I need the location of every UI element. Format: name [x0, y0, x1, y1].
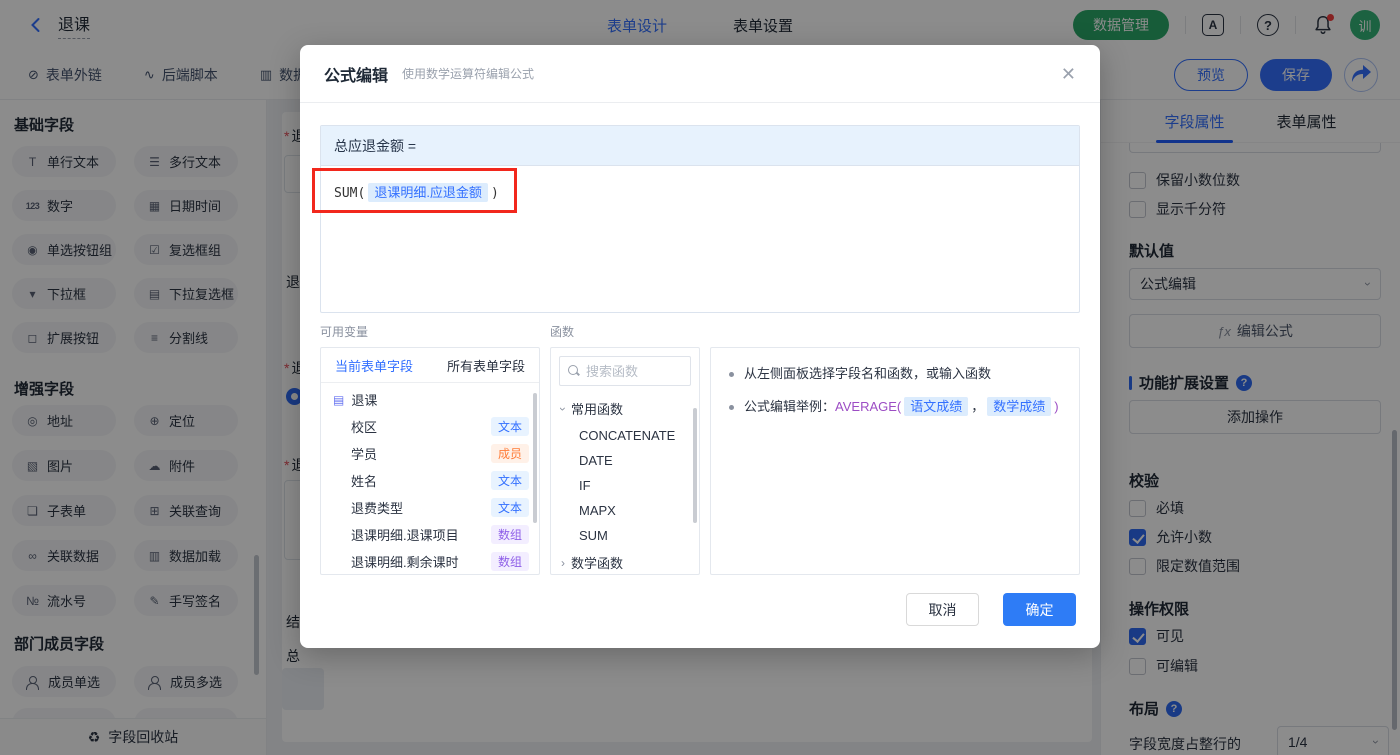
function-item[interactable]: IF	[551, 473, 699, 498]
formula-function-close: )	[490, 186, 499, 201]
functions-scrollbar-thumb[interactable]	[693, 408, 697, 523]
formula-function-open: SUM(	[334, 186, 366, 201]
variables-label: 可用变量	[320, 325, 369, 339]
variable-row[interactable]: 校区 文本	[321, 413, 539, 440]
function-search-input[interactable]	[586, 363, 676, 379]
function-item[interactable]: MAPX	[551, 498, 699, 523]
variables-root[interactable]: ▤ 退课	[321, 383, 539, 413]
search-icon	[568, 365, 580, 377]
type-badge: 成员	[490, 444, 529, 463]
cancel-button[interactable]: 取消	[906, 593, 979, 626]
variables-scrollbar-thumb[interactable]	[533, 393, 537, 523]
tab-all-form-fields[interactable]: 所有表单字段	[447, 356, 525, 375]
variable-row[interactable]: 退费类型 文本	[321, 494, 539, 521]
example-field-chip: 语文成绩	[904, 397, 969, 416]
formula-edit-modal: 公式编辑 使用数学运算符编辑公式 ✕ 总应退金额 = SUM(退课明细.应退金额…	[300, 45, 1100, 648]
variables-tabs: 当前表单字段 所有表单字段	[321, 348, 539, 383]
example-function-open: AVERAGE(	[835, 399, 902, 414]
variable-row[interactable]: 退课明细.退课项目 数组	[321, 521, 539, 548]
chevron-down-icon: ›	[556, 406, 570, 411]
functions-panel: › 常用函数 CONCATENATE DATE IF MAPX SUM › 数学…	[550, 347, 700, 575]
functions-label: 函数	[550, 325, 575, 339]
type-badge: 文本	[490, 417, 529, 436]
type-badge: 数组	[490, 552, 529, 571]
function-search[interactable]	[559, 356, 691, 386]
modal-footer: 取消 确定	[906, 593, 1076, 626]
close-icon[interactable]: ✕	[1061, 65, 1076, 83]
confirm-button[interactable]: 确定	[1003, 593, 1076, 626]
type-badge: 文本	[490, 498, 529, 517]
help-tip-2: 公式编辑举例：AVERAGE(语文成绩，数学成绩)	[729, 397, 1061, 417]
example-function-close: )	[1054, 399, 1059, 414]
variable-row[interactable]: 退课明细.剩余课时 数组	[321, 548, 539, 574]
type-badge: 数组	[490, 525, 529, 544]
help-tip-1: 从左侧面板选择字段名和函数，或输入函数	[729, 364, 1061, 384]
modal-header: 公式编辑 使用数学运算符编辑公式 ✕	[300, 45, 1100, 103]
variable-row[interactable]: 学员 成员	[321, 440, 539, 467]
bullet-icon	[729, 372, 734, 377]
example-field-chip: 数学成绩	[987, 397, 1052, 416]
function-item[interactable]: CONCATENATE	[551, 423, 699, 448]
type-badge: 文本	[490, 471, 529, 490]
function-item[interactable]: DATE	[551, 448, 699, 473]
field-chip[interactable]: 退课明细.应退金额	[368, 183, 488, 202]
app-window: 退课 表单设计 表单设置 数据管理 A ? 训 ⊘ 表单外链 ∿ 后端脚本 ▥ …	[0, 0, 1400, 755]
function-group-math[interactable]: › 数学函数	[551, 548, 699, 574]
modal-title: 公式编辑	[324, 67, 389, 85]
form-doc-icon: ▤	[333, 392, 345, 407]
function-item[interactable]: SUM	[551, 523, 699, 548]
formula-expression[interactable]: SUM(退课明细.应退金额)	[321, 166, 1079, 217]
formula-editor[interactable]: 总应退金额 = SUM(退课明细.应退金额)	[320, 125, 1080, 313]
variables-panel: 当前表单字段 所有表单字段 ▤ 退课 校区 文本 学员 成员 姓名 文本 退费类型 文本…	[320, 347, 540, 575]
help-panel: 从左侧面板选择字段名和函数，或输入函数 公式编辑举例：AVERAGE(语文成绩，…	[710, 347, 1080, 575]
variable-row[interactable]: 姓名 文本	[321, 467, 539, 494]
tab-current-form-fields[interactable]: 当前表单字段	[335, 356, 413, 375]
function-group-common[interactable]: › 常用函数	[551, 394, 699, 423]
chevron-right-icon: ›	[561, 555, 565, 570]
formula-target: 总应退金额 =	[321, 126, 1079, 166]
modal-subtitle: 使用数学运算符编辑公式	[402, 67, 535, 81]
bullet-icon	[729, 405, 734, 410]
